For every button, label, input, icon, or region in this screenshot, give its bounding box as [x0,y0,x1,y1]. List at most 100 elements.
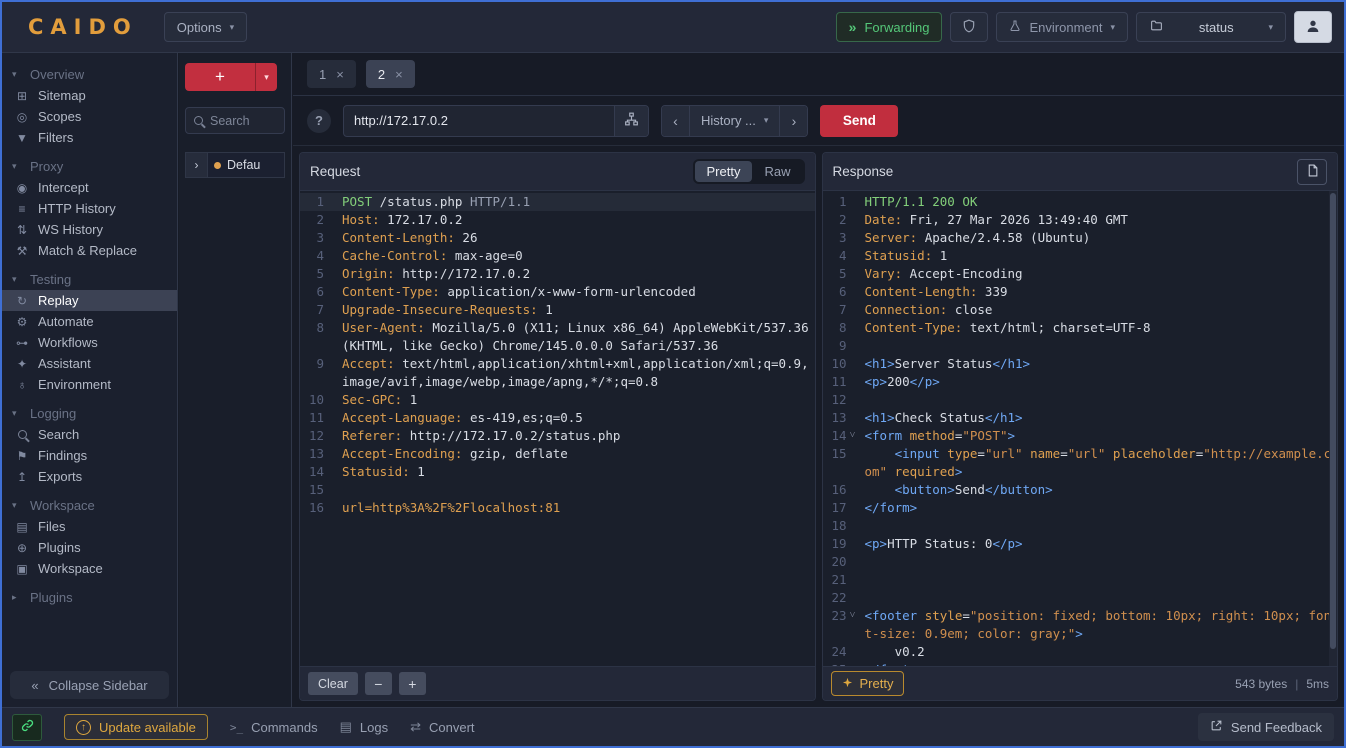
code-line-11[interactable]: 11<p>200</p> [823,373,1338,391]
sidebar-item-files[interactable]: ▤Files [2,516,177,537]
code-line-4[interactable]: 4Statusid: 1 [823,247,1338,265]
update-available-button[interactable]: ↑ Update available [64,714,208,740]
sidebar-item-workspace[interactable]: ▣Workspace [2,558,177,579]
commands-button[interactable]: >_ Commands [230,720,318,735]
history-back-button[interactable]: ‹ [662,106,689,136]
session-collection-row[interactable]: › Defau [185,152,285,178]
sidebar-item-automate[interactable]: ⚙Automate [2,311,177,332]
session-tab-1[interactable]: 1× [307,60,356,88]
sidebar-item-findings[interactable]: ⚑Findings [2,445,177,466]
code-line-22[interactable]: 22 [823,589,1338,607]
code-line-16[interactable]: 16 <button>Send</button> [823,481,1338,499]
code-line-2[interactable]: 2Date: Fri, 27 Mar 2026 13:49:40 GMT [823,211,1338,229]
code-line-11[interactable]: 11Accept-Language: es-419,es;q=0.5 [300,409,815,427]
code-line-1[interactable]: 1HTTP/1.1 200 OK [823,193,1338,211]
expand-collection-button[interactable]: › [186,153,208,177]
sidebar-group-plugins[interactable]: ▸Plugins [2,586,177,608]
request-editor[interactable]: 1POST /status.php HTTP/1.12Host: 172.17.… [300,191,815,666]
sidebar-group-logging[interactable]: ▾Logging [2,402,177,424]
logs-button[interactable]: ▤ Logs [340,719,389,735]
environment-menu-button[interactable]: Environment ▾ [996,12,1128,42]
response-scrollbar[interactable] [1329,191,1337,666]
code-line-12[interactable]: 12 [823,391,1338,409]
code-line-14[interactable]: 14˅<form method="POST"> [823,427,1338,445]
code-line-19[interactable]: 19<p>HTTP Status: 0</p> [823,535,1338,553]
new-session-button[interactable]: + ▾ [185,63,277,91]
code-line-10[interactable]: 10<h1>Server Status</h1> [823,355,1338,373]
code-line-20[interactable]: 20 [823,553,1338,571]
sidebar-item-search[interactable]: Search [2,424,177,445]
sidebar-item-intercept[interactable]: ◉Intercept [2,177,177,198]
code-line-1[interactable]: 1POST /status.php HTTP/1.1 [300,193,815,211]
sidebar-item-replay[interactable]: ↻Replay [2,290,177,311]
sidebar-item-workflows[interactable]: ⊶Workflows [2,332,177,353]
font-decrease-button[interactable]: − [365,672,392,695]
history-dropdown[interactable]: History ... ▾ [689,106,780,136]
sidebar-item-plugins[interactable]: ⊕Plugins [2,537,177,558]
history-forward-button[interactable]: › [780,106,807,136]
fold-icon[interactable]: ˅ [847,607,859,643]
code-line-15[interactable]: 15 <input type="url" name="url" placehol… [823,445,1338,481]
code-line-5[interactable]: 5Origin: http://172.17.0.2 [300,265,815,283]
code-line-10[interactable]: 10Sec-GPC: 1 [300,391,815,409]
code-line-24[interactable]: 24 v0.2 [823,643,1338,661]
code-line-23[interactable]: 23˅<footer style="position: fixed; botto… [823,607,1338,643]
code-line-6[interactable]: 6Content-Length: 339 [823,283,1338,301]
code-line-12[interactable]: 12Referer: http://172.17.0.2/status.php [300,427,815,445]
clear-button[interactable]: Clear [308,672,358,695]
font-increase-button[interactable]: + [399,672,426,695]
close-tab-icon[interactable]: × [395,67,403,82]
project-selector[interactable]: status ▾ [1136,12,1286,42]
sidebar-group-proxy[interactable]: ▾Proxy [2,155,177,177]
response-pretty-button[interactable]: Pretty [831,671,905,696]
sidebar-item-scopes[interactable]: ◎Scopes [2,106,177,127]
fold-icon[interactable]: ˅ [847,427,859,445]
code-line-25[interactable]: 25</footer> [823,661,1338,666]
scroll-thumb[interactable] [1330,193,1336,649]
pretty-tab[interactable]: Pretty [695,161,753,182]
close-tab-icon[interactable]: × [336,67,344,82]
send-feedback-button[interactable]: Send Feedback [1198,713,1334,741]
code-line-4[interactable]: 4Cache-Control: max-age=0 [300,247,815,265]
sidebar-item-http-history[interactable]: ≡HTTP History [2,198,177,219]
sidebar-item-assistant[interactable]: ✦Assistant [2,353,177,374]
copy-response-button[interactable] [1297,159,1327,185]
code-line-21[interactable]: 21 [823,571,1338,589]
sidebar-group-testing[interactable]: ▾Testing [2,268,177,290]
code-line-3[interactable]: 3Server: Apache/2.4.58 (Ubuntu) [823,229,1338,247]
collapse-sidebar-button[interactable]: « Collapse Sidebar [10,671,169,699]
url-input[interactable] [344,106,614,136]
send-button[interactable]: Send [820,105,898,137]
convert-button[interactable]: ⇄ Convert [410,719,474,735]
response-viewer[interactable]: 1HTTP/1.1 200 OK2Date: Fri, 27 Mar 2026 … [823,193,1338,666]
code-line-8[interactable]: 8User-Agent: Mozilla/5.0 (X11; Linux x86… [300,319,815,355]
code-line-5[interactable]: 5Vary: Accept-Encoding [823,265,1338,283]
options-button[interactable]: Options ▾ [164,12,247,42]
code-line-14[interactable]: 14Statusid: 1 [300,463,815,481]
code-line-18[interactable]: 18 [823,517,1338,535]
sitemap-tree-button[interactable] [614,106,648,136]
session-tab-2[interactable]: 2× [366,60,415,88]
sidebar-item-match-replace[interactable]: ⚒Match & Replace [2,240,177,261]
sidebar-group-workspace[interactable]: ▾Workspace [2,494,177,516]
forwarding-button[interactable]: » Forwarding [836,12,943,42]
code-line-7[interactable]: 7Upgrade-Insecure-Requests: 1 [300,301,815,319]
certificate-button[interactable] [950,12,988,42]
code-line-8[interactable]: 8Content-Type: text/html; charset=UTF-8 [823,319,1338,337]
help-button[interactable]: ? [307,109,331,133]
code-line-2[interactable]: 2Host: 172.17.0.2 [300,211,815,229]
connection-status-button[interactable] [12,714,42,741]
sidebar-item-exports[interactable]: ↥Exports [2,466,177,487]
sidebar-item-environment[interactable]: ♁Environment [2,374,177,395]
code-line-13[interactable]: 13<h1>Check Status</h1> [823,409,1338,427]
code-line-6[interactable]: 6Content-Type: application/x-www-form-ur… [300,283,815,301]
raw-tab[interactable]: Raw [752,161,802,182]
sidebar-group-overview[interactable]: ▾Overview [2,63,177,85]
code-line-9[interactable]: 9Accept: text/html,application/xhtml+xml… [300,355,815,391]
sidebar-item-ws-history[interactable]: ⇅WS History [2,219,177,240]
chevron-down-icon[interactable]: ▾ [255,63,277,91]
code-line-7[interactable]: 7Connection: close [823,301,1338,319]
code-line-13[interactable]: 13Accept-Encoding: gzip, deflate [300,445,815,463]
code-line-17[interactable]: 17</form> [823,499,1338,517]
code-line-3[interactable]: 3Content-Length: 26 [300,229,815,247]
